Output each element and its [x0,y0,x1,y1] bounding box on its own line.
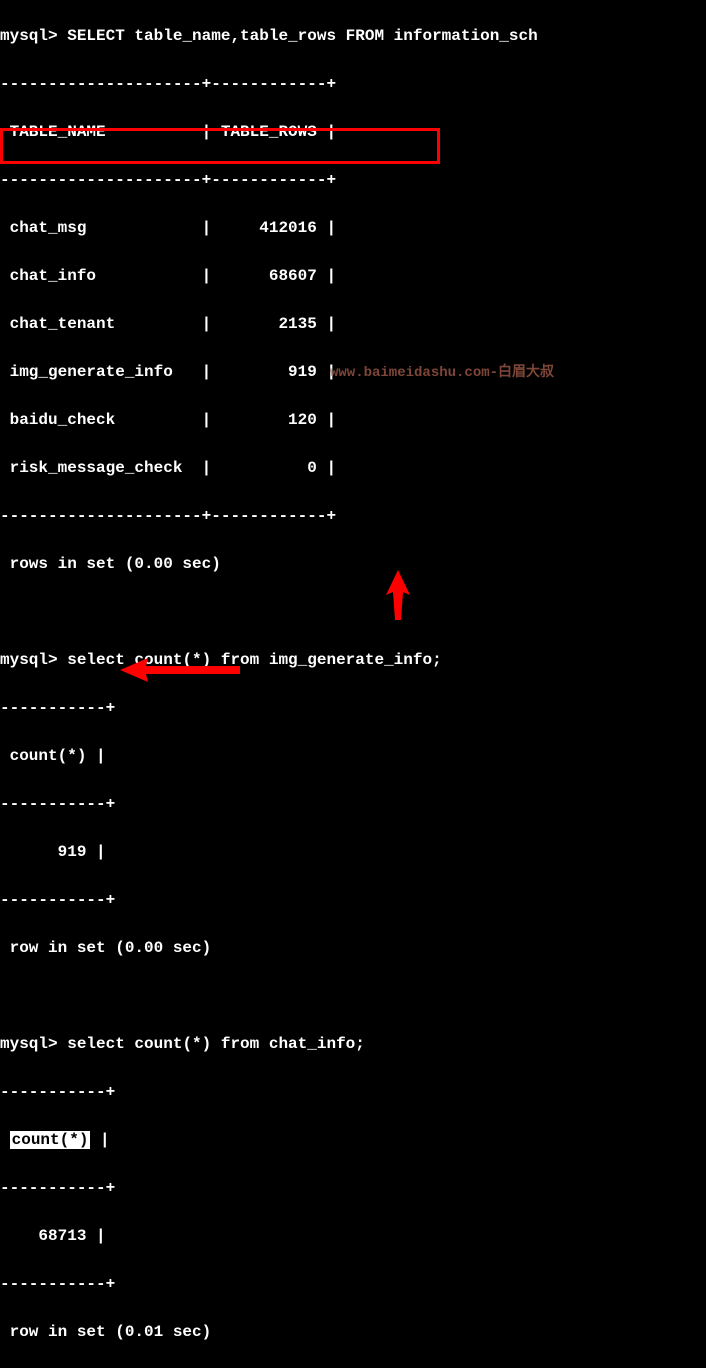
sql-query-2: select count(*) from img_generate_info; [67,651,441,669]
table-value: 68713 | [0,1224,706,1248]
sql-query-3: select count(*) from chat_info; [67,1035,365,1053]
table-row: chat_msg | 412016 | [0,216,706,240]
table-border: -----------+ [0,1176,706,1200]
count-header-highlighted: count(*) [10,1131,91,1149]
result-line: row in set (0.00 sec) [0,936,706,960]
result-line: row in set (0.01 sec) [0,1320,706,1344]
query-line-1: mysql> SELECT table_name,table_rows FROM… [0,24,706,48]
query-line-3: mysql> select count(*) from chat_info; [0,1032,706,1056]
mysql-prompt: mysql> [0,651,58,669]
blank-line [0,984,706,1008]
table-row: baidu_check | 120 | [0,408,706,432]
pipe [0,1131,10,1149]
table-header: TABLE_NAME | TABLE_ROWS | [0,120,706,144]
mysql-prompt: mysql> [0,27,58,45]
table-border: -----------+ [0,1272,706,1296]
table-border: ---------------------+------------+ [0,72,706,96]
table-border: -----------+ [0,888,706,912]
table-row: risk_message_check | 0 | [0,456,706,480]
table-border: -----------+ [0,696,706,720]
result-line: rows in set (0.00 sec) [0,552,706,576]
table-header: count(*) | [0,1128,706,1152]
table-row: chat_info | 68607 | [0,264,706,288]
table-header: count(*) | [0,744,706,768]
table-border: -----------+ [0,792,706,816]
table-border: -----------+ [0,1080,706,1104]
table-row: img_generate_info | 919 | [0,360,706,384]
blank-line [0,600,706,624]
terminal-output: mysql> SELECT table_name,table_rows FROM… [0,0,706,1368]
pipe: | [90,1131,109,1149]
sql-query-1: SELECT table_name,table_rows FROM inform… [67,27,537,45]
table-border: ---------------------+------------+ [0,168,706,192]
table-value: 919 | [0,840,706,864]
mysql-prompt: mysql> [0,1035,58,1053]
query-line-2: mysql> select count(*) from img_generate… [0,648,706,672]
table-border: ---------------------+------------+ [0,504,706,528]
table-row: chat_tenant | 2135 | [0,312,706,336]
